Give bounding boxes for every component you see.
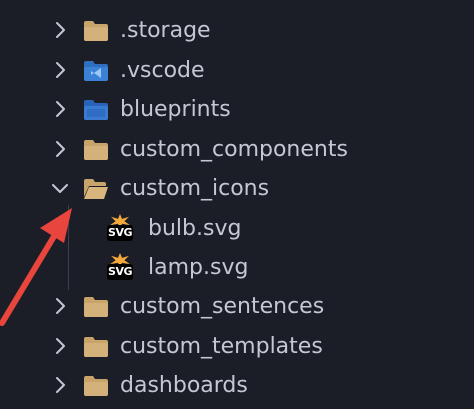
tree-item-label: dashboards: [120, 373, 248, 398]
tree-item-label: custom_icons: [120, 176, 270, 201]
tree-item-blueprints[interactable]: blueprints: [0, 90, 474, 129]
tree-item-label: .storage: [120, 18, 211, 43]
svg-file-icon: SVG: [107, 253, 135, 283]
vscode-folder-icon: [84, 61, 108, 81]
chevron-right-icon[interactable]: [50, 20, 70, 40]
tree-item-label: bulb.svg: [148, 216, 242, 241]
tree-item-label: .vscode: [120, 58, 205, 83]
folder-icon: [84, 140, 108, 160]
tree-item-custom-icons[interactable]: custom_icons: [0, 169, 474, 208]
folder-icon: [84, 376, 108, 396]
chevron-right-icon[interactable]: [50, 336, 70, 356]
folder-open-icon: [84, 179, 108, 199]
tree-item-storage[interactable]: .storage: [0, 11, 474, 50]
folder-icon: [84, 297, 108, 317]
folder-icon: [84, 21, 108, 41]
chevron-right-icon[interactable]: [50, 375, 70, 395]
tree-item-custom-sentences[interactable]: custom_sentences: [0, 287, 474, 326]
tree-item-vscode[interactable]: .vscode: [0, 51, 474, 90]
chevron-right-icon[interactable]: [50, 139, 70, 159]
chevron-right-icon[interactable]: [50, 99, 70, 119]
tree-item-label: custom_templates: [120, 334, 323, 359]
folder-icon: [84, 337, 108, 357]
tree-item-label: custom_sentences: [120, 294, 325, 319]
chevron-right-icon[interactable]: [50, 296, 70, 316]
svg-file-icon: SVG: [107, 214, 135, 244]
tree-item-label: custom_components: [120, 137, 348, 162]
tree-item-label: blueprints: [120, 97, 231, 122]
tree-item-lamp-svg[interactable]: SVG lamp.svg: [0, 248, 474, 287]
tree-item-custom-components[interactable]: custom_components: [0, 130, 474, 169]
tree-item-label: lamp.svg: [148, 255, 249, 280]
tree-item-dashboards[interactable]: dashboards: [0, 366, 474, 405]
file-explorer-tree: .storage .vscode blueprints custom_compo…: [0, 0, 474, 409]
tree-item-custom-templates[interactable]: custom_templates: [0, 327, 474, 366]
tree-item-bulb-svg[interactable]: SVG bulb.svg: [0, 209, 474, 248]
chevron-right-icon[interactable]: [50, 60, 70, 80]
blueprints-folder-icon: [84, 100, 108, 120]
chevron-down-icon[interactable]: [50, 178, 70, 198]
